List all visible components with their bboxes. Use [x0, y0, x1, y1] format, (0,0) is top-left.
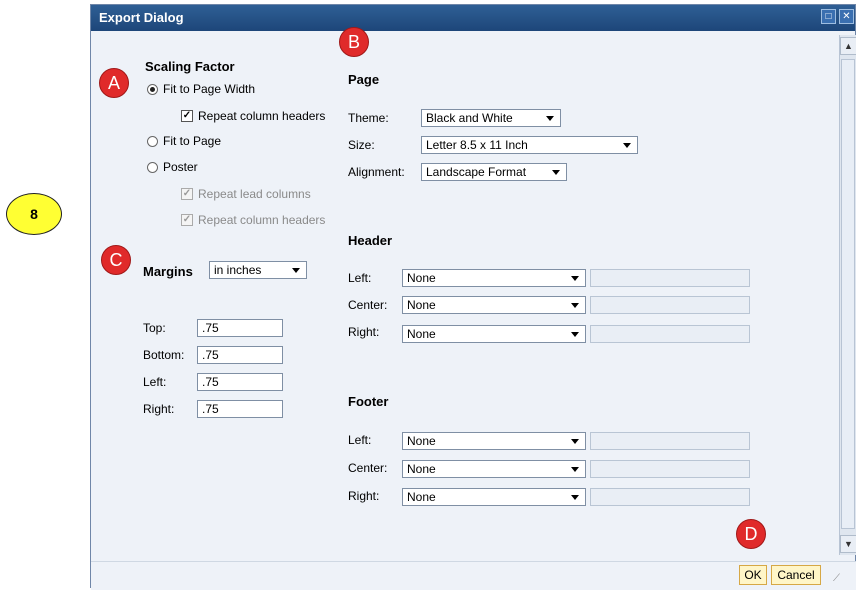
margins-unit-dropdown[interactable]: in inches [209, 261, 307, 279]
header-left-value: None [407, 271, 436, 285]
footer-center-text-input[interactable] [590, 460, 750, 478]
header-center-text-input[interactable] [590, 296, 750, 314]
chevron-down-icon [552, 170, 560, 175]
footer-left-dropdown[interactable]: None [402, 432, 586, 450]
alignment-dropdown[interactable]: Landscape Format [421, 163, 567, 181]
chevron-down-icon [571, 439, 579, 444]
right-margin-input[interactable]: .75 [197, 400, 283, 418]
bottom-margin-label: Bottom: [143, 348, 185, 362]
page-heading: Page [348, 72, 380, 87]
scroll-down-icon[interactable]: ▼ [840, 535, 856, 553]
alignment-value: Landscape Format [426, 165, 527, 179]
footer-center-dropdown[interactable]: None [402, 460, 586, 478]
top-margin-input[interactable]: .75 [197, 319, 283, 337]
size-dropdown[interactable]: Letter 8.5 x 11 Inch [421, 136, 638, 154]
scroll-up-icon[interactable]: ▲ [840, 37, 856, 55]
resize-grip-icon[interactable]: ⟋ [833, 573, 840, 584]
header-center-value: None [407, 298, 436, 312]
theme-dropdown[interactable]: Black and White [421, 109, 561, 127]
fit-to-page-radio[interactable] [147, 136, 158, 147]
export-dialog: Export Dialog □ ✕ A Scaling Factor Fit t… [90, 4, 856, 590]
repeat-lead-columns-label: Repeat lead columns [198, 187, 311, 201]
footer-right-text-input[interactable] [590, 488, 750, 506]
header-center-label: Center: [348, 298, 388, 312]
header-left-label: Left: [348, 271, 372, 285]
header-center-dropdown[interactable]: None [402, 296, 586, 314]
header-left-dropdown[interactable]: None [402, 269, 586, 287]
footer-right-value: None [407, 490, 436, 504]
scrollbar-thumb[interactable] [841, 59, 855, 529]
poster-repeat-column-headers-checkbox[interactable]: ✓ [181, 214, 193, 226]
header-right-dropdown[interactable]: None [402, 325, 586, 343]
header-right-label: Right: [348, 325, 380, 339]
chevron-down-icon [571, 495, 579, 500]
chevron-down-icon [571, 332, 579, 337]
footer-right-dropdown[interactable]: None [402, 488, 586, 506]
step-number-badge: 8 [6, 193, 62, 235]
fit-to-page-width-label: Fit to Page Width [163, 82, 256, 96]
right-margin-label: Right: [143, 402, 175, 416]
chevron-down-icon [571, 303, 579, 308]
size-label: Size: [348, 138, 375, 152]
footer-center-label: Center: [348, 461, 388, 475]
poster-repeat-column-headers-label: Repeat column headers [198, 213, 326, 227]
footer-heading: Footer [348, 394, 389, 409]
chevron-down-icon [571, 276, 579, 281]
footer-left-value: None [407, 434, 436, 448]
bottom-margin-input[interactable]: .75 [197, 346, 283, 364]
margins-heading: Margins [143, 264, 193, 279]
chevron-down-icon [292, 268, 300, 273]
footer-center-value: None [407, 462, 436, 476]
chevron-down-icon [623, 143, 631, 148]
size-value: Letter 8.5 x 11 Inch [426, 138, 528, 152]
theme-value: Black and White [426, 111, 513, 125]
title-bar: Export Dialog □ ✕ [91, 5, 855, 31]
repeat-column-headers-checkbox[interactable]: ✓ [181, 110, 193, 122]
header-right-value: None [407, 327, 436, 341]
chevron-down-icon [546, 116, 554, 121]
header-left-text-input[interactable] [590, 269, 750, 287]
callout-d: D [736, 519, 766, 549]
repeat-lead-columns-checkbox[interactable]: ✓ [181, 188, 193, 200]
footer-right-label: Right: [348, 489, 380, 503]
callout-b: B [339, 27, 369, 57]
callout-c: C [101, 245, 131, 275]
footer-left-label: Left: [348, 433, 372, 447]
dialog-title: Export Dialog [99, 10, 184, 25]
cancel-button[interactable]: Cancel [771, 565, 821, 585]
footer-left-text-input[interactable] [590, 432, 750, 450]
poster-radio[interactable] [147, 162, 158, 173]
vertical-scrollbar[interactable]: ▲ ▼ [839, 35, 856, 555]
repeat-column-headers-label: Repeat column headers [198, 109, 326, 123]
callout-a: A [99, 68, 129, 98]
fit-to-page-label: Fit to Page [163, 134, 222, 148]
alignment-label: Alignment: [348, 165, 405, 179]
fit-to-page-width-radio[interactable] [147, 84, 158, 95]
left-margin-input[interactable]: .75 [197, 373, 283, 391]
maximize-icon[interactable]: □ [821, 9, 836, 24]
header-right-text-input[interactable] [590, 325, 750, 343]
close-icon[interactable]: ✕ [839, 9, 854, 24]
theme-label: Theme: [348, 111, 389, 125]
poster-label: Poster [163, 160, 198, 174]
top-margin-label: Top: [143, 321, 166, 335]
ok-button[interactable]: OK [739, 565, 767, 585]
scaling-factor-heading: Scaling Factor [145, 59, 235, 74]
header-heading: Header [348, 233, 393, 248]
chevron-down-icon [571, 467, 579, 472]
margins-unit-value: in inches [214, 263, 262, 277]
left-margin-label: Left: [143, 375, 167, 389]
